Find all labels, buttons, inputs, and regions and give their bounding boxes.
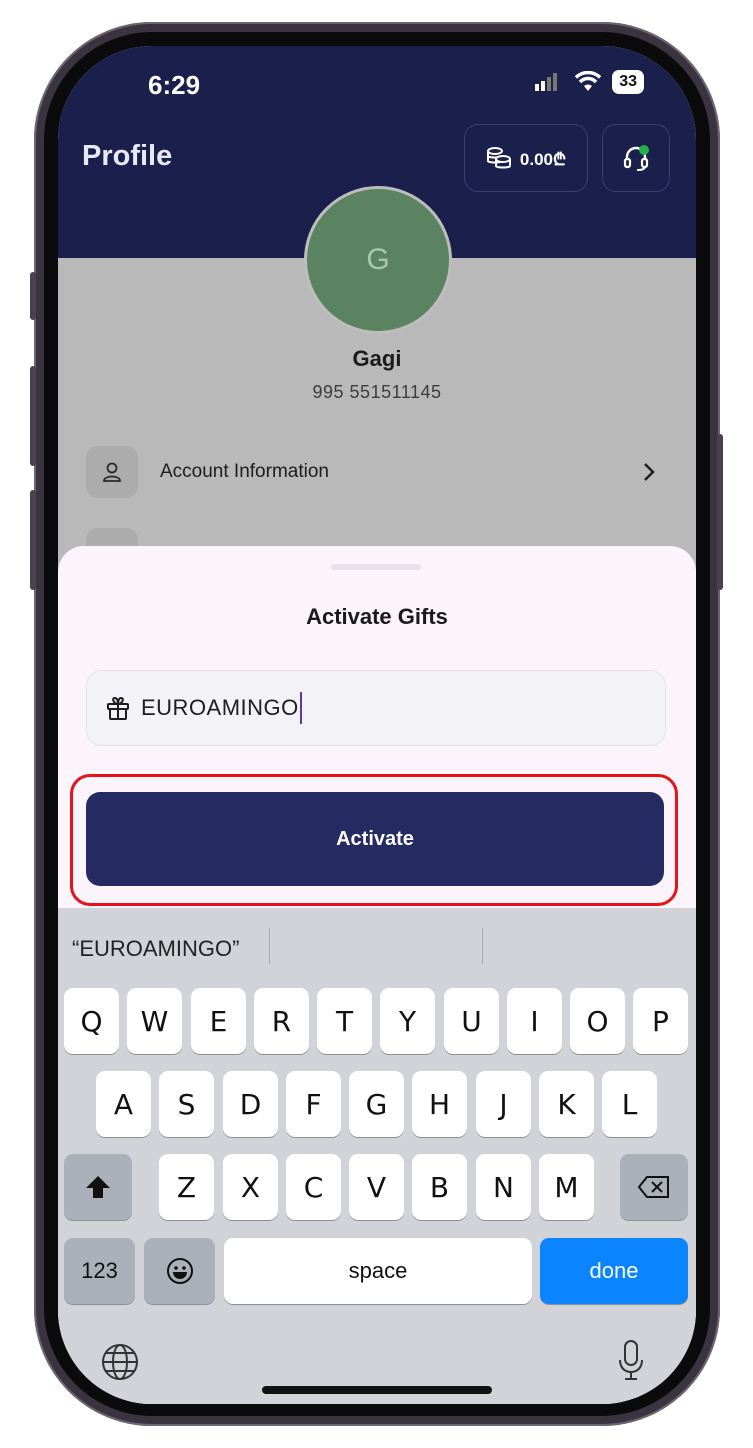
key-c[interactable]: C — [286, 1154, 341, 1220]
done-key[interactable]: done — [540, 1238, 688, 1304]
shift-icon — [86, 1176, 110, 1198]
key-v[interactable]: V — [349, 1154, 404, 1220]
globe-icon[interactable] — [100, 1342, 140, 1382]
gift-icon — [107, 696, 129, 720]
numbers-key[interactable]: 123 — [64, 1238, 135, 1304]
key-h[interactable]: H — [412, 1071, 467, 1137]
key-x[interactable]: X — [223, 1154, 278, 1220]
support-button[interactable] — [602, 124, 670, 192]
key-z[interactable]: Z — [159, 1154, 214, 1220]
key-d[interactable]: D — [223, 1071, 278, 1137]
delete-key[interactable] — [620, 1154, 688, 1220]
avatar-initial: G — [366, 243, 390, 276]
key-a[interactable]: A — [96, 1071, 151, 1137]
backspace-icon — [637, 1176, 669, 1198]
key-j[interactable]: J — [476, 1071, 531, 1137]
mute-switch — [30, 272, 36, 320]
key-s[interactable]: S — [159, 1071, 214, 1137]
keyboard: “EUROAMINGO” Q W E R T Y U I O P A S D F… — [58, 908, 696, 1404]
cellular-signal-icon — [535, 73, 558, 91]
microphone-icon[interactable] — [616, 1338, 646, 1382]
menu-item-label: Account Information — [160, 461, 329, 482]
key-o[interactable]: O — [570, 988, 625, 1054]
key-k[interactable]: K — [539, 1071, 594, 1137]
chevron-right-icon — [644, 463, 655, 481]
activate-gifts-sheet: Activate Gifts EUROAMINGO Activate — [58, 546, 696, 908]
coins-icon — [486, 147, 511, 169]
key-g[interactable]: G — [349, 1071, 404, 1137]
key-m[interactable]: M — [539, 1154, 594, 1220]
person-icon — [86, 446, 138, 498]
wifi-icon — [574, 71, 602, 91]
key-e[interactable]: E — [191, 988, 246, 1054]
key-r[interactable]: R — [254, 988, 309, 1054]
balance-amount: 0.00₾ — [519, 149, 567, 169]
status-icons: 33 — [534, 70, 644, 94]
volume-down-button — [30, 490, 36, 590]
space-key[interactable]: space — [224, 1238, 532, 1304]
home-indicator[interactable] — [262, 1386, 492, 1394]
key-u[interactable]: U — [444, 988, 499, 1054]
activate-button[interactable]: Activate — [86, 792, 664, 886]
sheet-title: Activate Gifts — [306, 604, 448, 629]
gift-code-value: EUROAMINGO — [141, 695, 299, 720]
text-cursor — [299, 692, 302, 724]
avatar: G — [304, 186, 452, 334]
sheet-drag-handle[interactable] — [331, 564, 421, 570]
key-w[interactable]: W — [127, 988, 182, 1054]
power-button — [717, 434, 723, 590]
key-n[interactable]: N — [476, 1154, 531, 1220]
emoji-icon — [166, 1258, 193, 1284]
suggestion-divider — [482, 928, 483, 964]
gift-code-input[interactable]: EUROAMINGO — [86, 670, 666, 746]
balance-button[interactable]: 0.00₾ — [464, 124, 588, 192]
keyboard-suggestion[interactable]: “EUROAMINGO” — [72, 936, 239, 962]
headset-icon — [623, 145, 649, 171]
menu-item-account-information[interactable]: Account Information — [86, 446, 656, 498]
status-time: 6:29 — [148, 70, 201, 100]
suggestion-divider — [269, 928, 270, 964]
page-title: Profile — [82, 140, 173, 172]
screen: 6:29 33 Profile 0.00₾ G Gagi 995 5515111… — [58, 46, 696, 1404]
emoji-key[interactable] — [144, 1238, 215, 1304]
key-p[interactable]: P — [633, 988, 688, 1054]
key-b[interactable]: B — [412, 1154, 467, 1220]
key-i[interactable]: I — [507, 988, 562, 1054]
profile-name: Gagi — [352, 346, 402, 371]
volume-up-button — [30, 366, 36, 466]
key-q[interactable]: Q — [64, 988, 119, 1054]
profile-phone: 995 551511145 — [312, 382, 442, 402]
key-l[interactable]: L — [602, 1071, 657, 1137]
shift-key[interactable] — [64, 1154, 132, 1220]
battery-indicator: 33 — [612, 70, 644, 94]
key-t[interactable]: T — [317, 988, 372, 1054]
key-y[interactable]: Y — [380, 988, 435, 1054]
key-f[interactable]: F — [286, 1071, 341, 1137]
